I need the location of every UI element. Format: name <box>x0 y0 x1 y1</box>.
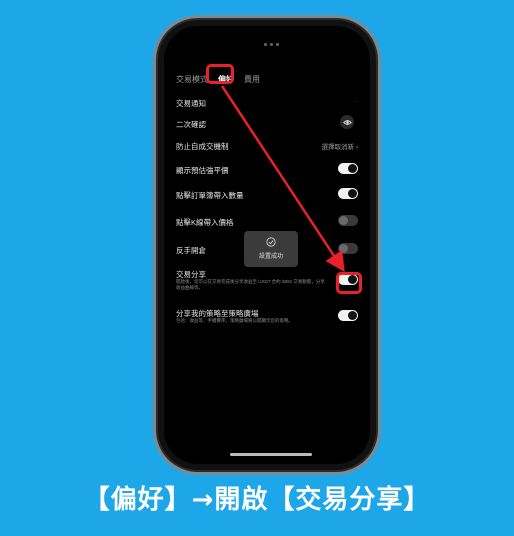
setting-trade-share: 交易分享 開啟後，您可以在交易完成後分享收益至 USDT 合約 /BBS 交易動… <box>176 269 358 295</box>
eye-icon[interactable] <box>340 115 354 129</box>
setting-label: 反手開倉 <box>176 246 206 255</box>
toggle-switch[interactable] <box>338 310 358 321</box>
highlight-box-preferences-tab <box>206 64 234 84</box>
setting-value: 選擇取消新 › <box>321 144 358 151</box>
setting-label: 點擊K線帶入價格 <box>176 218 234 227</box>
phone-screen: 交易模式 偏好 費用 交易通知 · 二次確認 防止自成交機制 選擇取消新 › 顯… <box>164 26 370 464</box>
more-dot: · <box>353 98 356 105</box>
setting-label: 防止自成交機制 <box>176 142 229 151</box>
setting-description: 包括：收益等、手續費率，策略廣場將公開顯示您的策略。 <box>176 318 293 323</box>
success-toast: 設置成功 <box>244 231 298 267</box>
toggle-switch[interactable] <box>338 243 358 254</box>
check-icon <box>266 237 276 247</box>
tab-trade-mode[interactable]: 交易模式 <box>176 74 208 85</box>
setting-description: 開啟後，您可以在交易完成後分享收益至 USDT 合約 /BBS 交易動態，分享收… <box>176 279 325 290</box>
home-indicator <box>230 453 312 456</box>
tab-fees[interactable]: 費用 <box>244 74 260 85</box>
status-bar-indicator <box>253 43 289 48</box>
instruction-caption: 【偏好】→開啟【交易分享】 <box>83 485 431 515</box>
toggle-switch[interactable] <box>338 215 358 226</box>
toggle-switch[interactable] <box>338 188 358 199</box>
setting-label: 交易通知 <box>176 99 206 108</box>
setting-label: 點擊訂單簿帶入數量 <box>176 191 244 200</box>
setting-label: 二次確認 <box>176 120 206 129</box>
phone-frame: 交易模式 偏好 費用 交易通知 · 二次確認 防止自成交機制 選擇取消新 › 顯… <box>158 20 376 470</box>
setting-share-strategy: 分享我的策略至策略廣場 包括：收益等、手續費率，策略廣場將公開顯示您的策略。 <box>176 308 358 334</box>
toast-text: 設置成功 <box>258 254 283 260</box>
highlight-box-share-toggle <box>336 272 362 294</box>
toggle-switch[interactable] <box>338 163 358 174</box>
setting-label: 顯示預估強平價 <box>176 166 229 175</box>
